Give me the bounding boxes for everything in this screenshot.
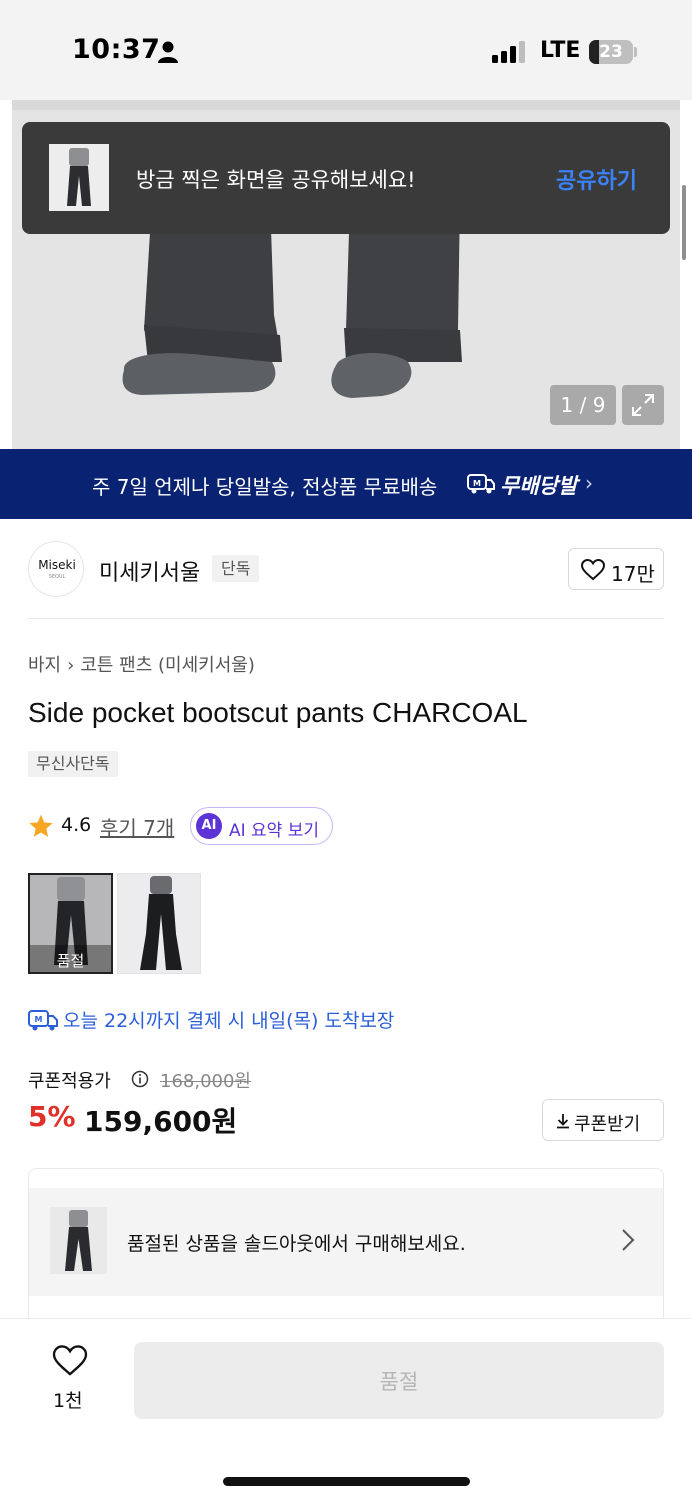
truck-icon: M <box>467 474 495 494</box>
coupon-price-label: 쿠폰적용가 <box>28 1071 111 1092</box>
buy-button-disabled[interactable]: 품절 <box>134 1342 664 1419</box>
delivery-guarantee[interactable]: 오늘 22시까지 결제 시 내일(목) 도착보장 <box>63 1006 394 1033</box>
battery-icon: 23 <box>589 40 633 64</box>
info-icon[interactable] <box>131 1070 149 1088</box>
get-coupon-label: 쿠폰받기 <box>574 1114 641 1135</box>
exclusive-tag: 무신사단독 <box>28 751 118 777</box>
svg-text:M: M <box>35 1015 43 1024</box>
breadcrumb-subcategory[interactable]: 코튼 팬츠 (미세키서울) <box>80 655 255 676</box>
soldout-thumbnail <box>50 1207 107 1274</box>
download-icon <box>557 1114 569 1129</box>
share-toast: 방금 찍은 화면을 공유해보세요! 공유하기 <box>22 122 670 234</box>
option-thumbnail <box>118 874 200 973</box>
color-option-charcoal[interactable]: 품절 <box>28 873 113 974</box>
svg-text:M: M <box>473 479 481 488</box>
share-button[interactable]: 공유하기 <box>556 163 637 195</box>
chevron-right-icon: › <box>585 471 593 495</box>
star-icon <box>29 814 53 837</box>
breadcrumb-category[interactable]: 바지 <box>28 655 61 676</box>
final-price: 159,600원 <box>84 1105 238 1138</box>
get-coupon-button[interactable]: 쿠폰받기 <box>542 1099 664 1141</box>
soldout-card[interactable]: 품절된 상품을 솔드아웃에서 구매해보세요. <box>28 1168 664 1328</box>
ai-summary-label: AI 요약 보기 <box>229 821 320 841</box>
toast-thumbnail <box>49 144 109 211</box>
brand-logo[interactable]: Miseki SEOUL <box>28 541 84 597</box>
rating-value: 4.6 <box>61 814 92 836</box>
ai-icon: AI <box>196 813 222 839</box>
brand-logo-text: Miseki <box>38 558 76 572</box>
banner-brand: 무배당발 <box>500 474 578 498</box>
status-time: 10:37 <box>72 34 161 65</box>
soldout-card-text: 품절된 상품을 솔드아웃에서 구매해보세요. <box>127 1233 466 1255</box>
delivery-truck-icon: M <box>28 1010 58 1031</box>
breadcrumb: 바지 › 코튼 팬츠 (미세키서울) <box>28 651 255 677</box>
toast-message: 방금 찍은 화면을 공유해보세요! <box>136 168 416 192</box>
brand-name[interactable]: 미세키서울 <box>99 555 200 587</box>
buy-button-label: 품절 <box>379 1370 419 1394</box>
banner-text: 주 7일 언제나 당일발송, 전상품 무료배송 <box>92 475 438 499</box>
battery-level: 23 <box>599 42 623 62</box>
scrollbar[interactable] <box>682 185 686 260</box>
expand-icon <box>632 394 654 416</box>
home-indicator[interactable] <box>223 1477 470 1486</box>
brand-like-count: 17만 <box>611 562 655 586</box>
breadcrumb-separator: › <box>67 655 75 676</box>
soldout-card-body: 품절된 상품을 솔드아웃에서 구매해보세요. <box>29 1188 663 1296</box>
ai-summary-button[interactable]: AI AI 요약 보기 <box>190 807 333 845</box>
review-link[interactable]: 후기 7개 <box>100 812 174 841</box>
discount-rate: 5% <box>28 1100 76 1133</box>
wish-count: 1천 <box>53 1390 83 1412</box>
color-option-black[interactable] <box>117 873 201 974</box>
divider <box>28 618 664 619</box>
soldout-overlay-label: 품절 <box>56 952 85 970</box>
network-label: LTE <box>540 38 581 63</box>
signal-icon <box>492 41 525 63</box>
brand-like-button[interactable]: 17만 <box>568 548 664 590</box>
shipping-banner[interactable]: 주 7일 언제나 당일발송, 전상품 무료배송 M 무배당발 › <box>0 449 692 519</box>
heart-icon <box>581 559 605 581</box>
battery-cap <box>634 47 637 57</box>
original-price: 168,000원 <box>160 1071 251 1092</box>
product-title: Side pocket bootscut pants CHARCOAL <box>28 697 528 728</box>
expand-image-button[interactable] <box>622 385 664 425</box>
person-icon <box>158 41 178 63</box>
brand-logo-subtext: SEOUL <box>48 574 66 580</box>
image-counter: 1 / 9 <box>550 385 616 425</box>
status-bar: 10:37 LTE 23 <box>0 0 692 100</box>
heart-icon[interactable] <box>52 1345 88 1377</box>
brand-exclusive-badge: 단독 <box>212 555 260 582</box>
chevron-right-icon <box>622 1229 635 1251</box>
